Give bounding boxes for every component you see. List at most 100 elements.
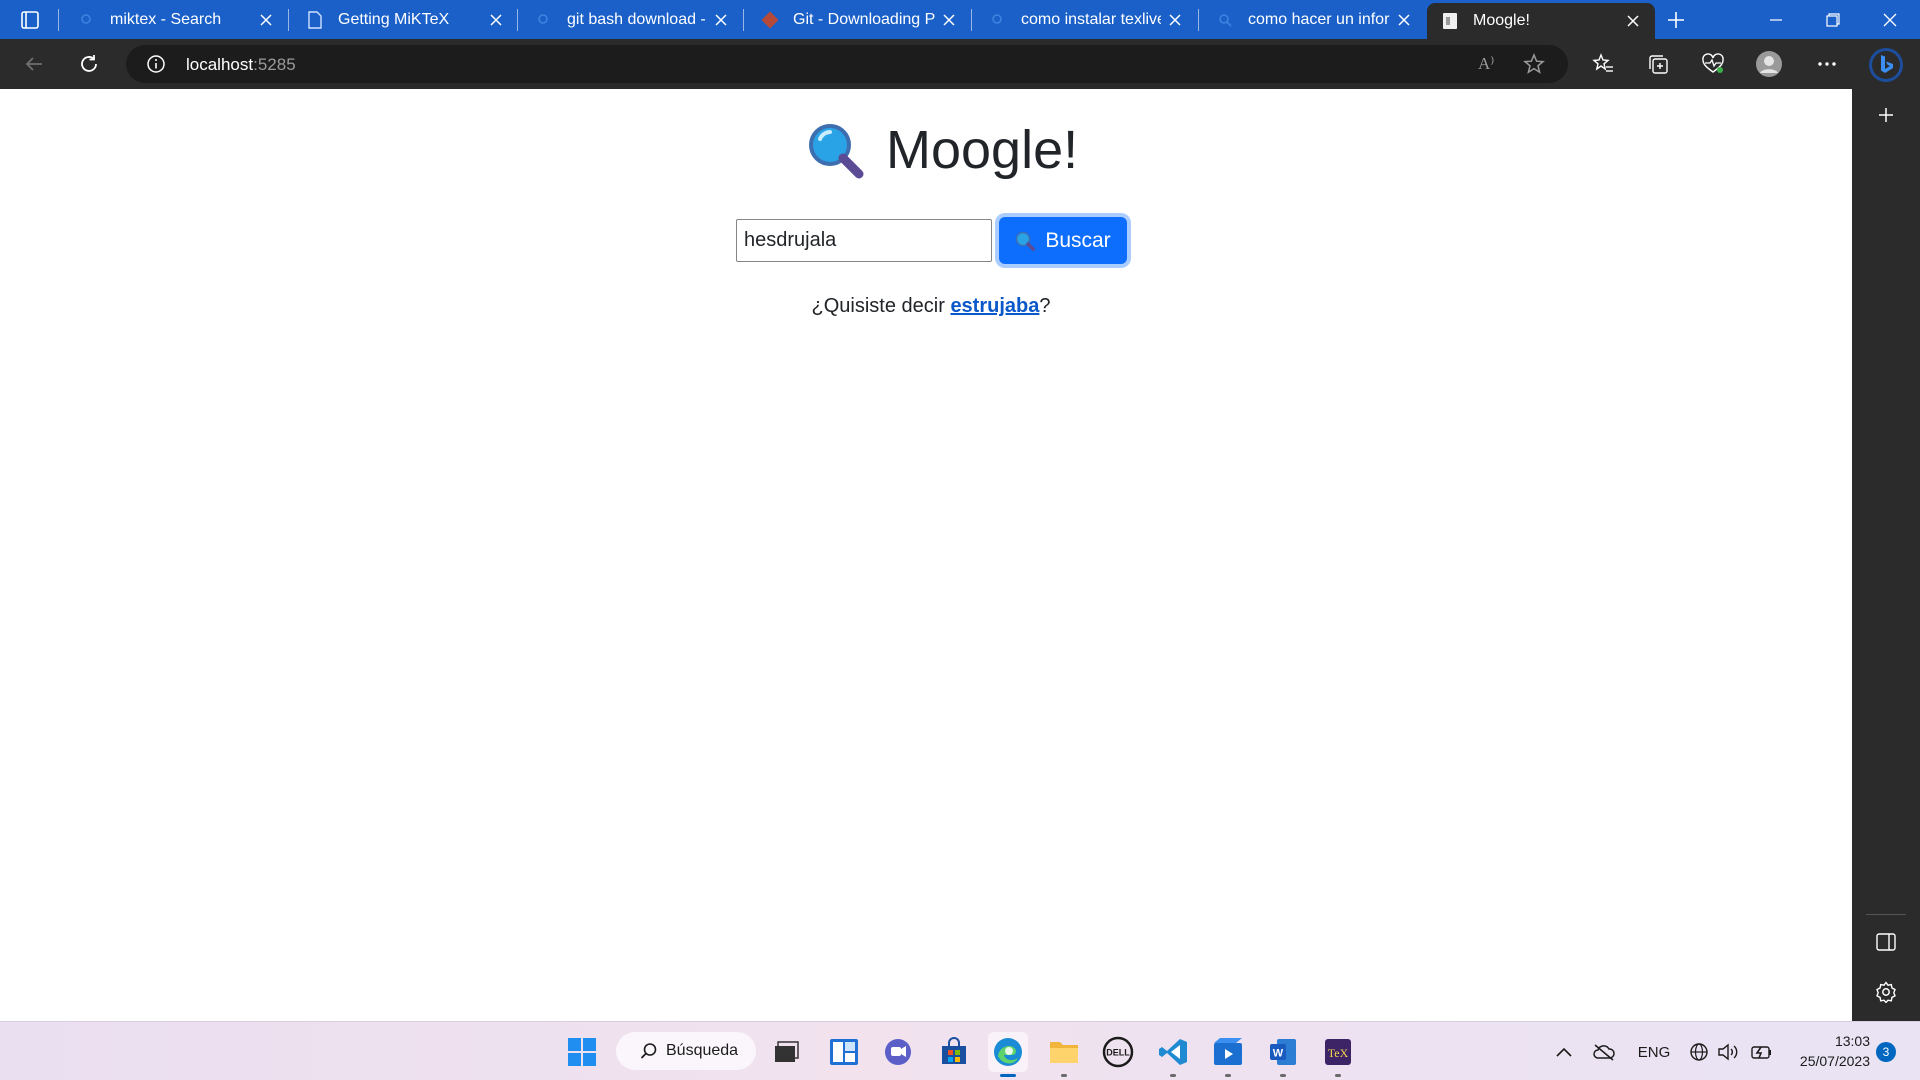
- favorite-star-icon[interactable]: [1523, 53, 1545, 75]
- suggestion-link[interactable]: estrujaba: [950, 295, 1039, 317]
- close-icon[interactable]: [935, 6, 963, 34]
- taskbar-clock[interactable]: 13:03 25/07/2023: [1782, 1031, 1870, 1071]
- search-icon: [640, 1043, 657, 1059]
- page-icon: [1441, 12, 1459, 30]
- widgets-button[interactable]: [824, 1032, 864, 1072]
- read-aloud-icon[interactable]: A⁾: [1478, 54, 1494, 74]
- url-text: localhost:5285: [186, 55, 296, 75]
- close-icon[interactable]: [482, 6, 510, 34]
- tab-moogle[interactable]: Moogle!: [1427, 3, 1655, 39]
- avatar-icon: [1756, 51, 1782, 77]
- teams-chat-button[interactable]: [878, 1032, 918, 1072]
- cloud-off-icon: [1593, 1044, 1615, 1061]
- tab-title: Moogle!: [1473, 12, 1530, 29]
- windows-taskbar: Búsqueda DELL W TeX ENG 13:03 25/07/2023…: [0, 1021, 1920, 1080]
- microsoft-store-button[interactable]: [934, 1032, 974, 1072]
- notification-badge[interactable]: 3: [1876, 1042, 1896, 1062]
- tab-git-bash-download[interactable]: git bash download - S: [521, 0, 743, 39]
- running-indicator: [1335, 1074, 1341, 1077]
- close-icon[interactable]: [1619, 7, 1647, 35]
- refresh-button[interactable]: [71, 47, 107, 81]
- back-button[interactable]: [16, 47, 52, 81]
- tab-actions-icon: [21, 11, 39, 29]
- hide-sidebar-button[interactable]: [1868, 924, 1904, 960]
- running-indicator: [1280, 1074, 1286, 1077]
- minimize-button[interactable]: [1748, 0, 1804, 39]
- browser-toolbar: localhost:5285 A⁾: [0, 39, 1920, 89]
- magnifying-glass-icon: [1016, 231, 1036, 251]
- vscode-button[interactable]: [1153, 1032, 1193, 1077]
- show-hidden-icons-button[interactable]: [1552, 1040, 1576, 1064]
- edge-taskbar-button[interactable]: [988, 1032, 1028, 1077]
- tab-title: git bash download - S: [567, 10, 707, 28]
- folder-icon: [1050, 1042, 1078, 1063]
- tab-getting-miktex[interactable]: Getting MiKTeX: [292, 0, 518, 39]
- tab-como-instalar-texlive[interactable]: como instalar texlive2: [975, 0, 1197, 39]
- plus-icon: [1879, 108, 1893, 122]
- network-status[interactable]: [1687, 1040, 1711, 1064]
- clock-date: 25/07/2023: [1799, 1053, 1870, 1069]
- widgets-icon: [830, 1039, 858, 1065]
- sidebar-add-button[interactable]: [1868, 97, 1904, 133]
- svg-text:W: W: [1273, 1048, 1284, 1060]
- git-icon: [761, 11, 779, 29]
- restore-button[interactable]: [1805, 0, 1861, 39]
- close-icon[interactable]: [252, 6, 280, 34]
- tab-git-downloading[interactable]: Git - Downloading Pa: [747, 0, 971, 39]
- suggestion-suffix: ?: [1039, 295, 1051, 317]
- close-icon[interactable]: [707, 6, 735, 34]
- search-icon: [78, 11, 96, 29]
- search-icon: [1216, 11, 1234, 29]
- sidebar-settings-button[interactable]: [1868, 974, 1904, 1010]
- task-view-button[interactable]: [766, 1032, 806, 1072]
- clock-time: 13:03: [1834, 1033, 1870, 1049]
- video-editor-button[interactable]: [1208, 1032, 1248, 1077]
- page-icon: [306, 10, 324, 29]
- word-icon: W: [1270, 1039, 1296, 1065]
- dell-button[interactable]: DELL: [1098, 1032, 1138, 1072]
- tab-como-hacer-informe[interactable]: como hacer un inform: [1202, 0, 1426, 39]
- copilot-button[interactable]: [1866, 45, 1906, 85]
- running-indicator: [1225, 1074, 1231, 1077]
- start-button[interactable]: [562, 1032, 602, 1072]
- url-port: :5285: [253, 55, 296, 74]
- tab-actions-button[interactable]: [14, 8, 46, 32]
- sidebar-panel-icon: [1876, 933, 1896, 951]
- vscode-icon: [1159, 1039, 1187, 1065]
- tab-miktex-search[interactable]: miktex - Search: [64, 0, 288, 39]
- search-input[interactable]: [736, 219, 992, 262]
- language-indicator[interactable]: ENG: [1634, 1040, 1674, 1064]
- restore-icon: [1826, 12, 1840, 27]
- dell-icon: DELL: [1102, 1036, 1134, 1068]
- taskbar-search[interactable]: Búsqueda: [616, 1032, 756, 1070]
- address-bar[interactable]: localhost:5285 A⁾: [126, 45, 1568, 83]
- collections-button[interactable]: [1640, 47, 1676, 81]
- texstudio-button[interactable]: TeX: [1318, 1032, 1358, 1077]
- battery-status[interactable]: [1747, 1040, 1775, 1064]
- tab-separator: [971, 9, 972, 31]
- magnifying-glass-icon: [809, 124, 864, 179]
- bing-icon: [1869, 48, 1903, 82]
- store-icon: [942, 1037, 966, 1064]
- video-icon: [1214, 1038, 1242, 1065]
- onedrive-status[interactable]: [1590, 1040, 1618, 1064]
- profile-button[interactable]: [1751, 47, 1787, 81]
- close-icon[interactable]: [1390, 6, 1418, 34]
- chat-icon: [885, 1039, 911, 1065]
- edge-icon: [994, 1038, 1022, 1066]
- volume-status[interactable]: [1716, 1040, 1740, 1064]
- close-icon[interactable]: [1161, 6, 1189, 34]
- tex-icon: TeX: [1325, 1039, 1351, 1065]
- new-tab-button[interactable]: [1660, 4, 1692, 36]
- info-icon[interactable]: [146, 54, 166, 74]
- back-arrow-icon: [25, 57, 42, 71]
- browser-essentials-button[interactable]: [1695, 47, 1731, 81]
- favorites-button[interactable]: [1585, 47, 1621, 81]
- settings-more-button[interactable]: [1809, 47, 1845, 81]
- file-explorer-button[interactable]: [1044, 1032, 1084, 1077]
- search-button[interactable]: Buscar: [999, 217, 1127, 264]
- close-window-button[interactable]: [1862, 0, 1918, 39]
- more-icon: [1818, 62, 1836, 66]
- tab-separator: [288, 9, 289, 31]
- word-button[interactable]: W: [1263, 1032, 1303, 1077]
